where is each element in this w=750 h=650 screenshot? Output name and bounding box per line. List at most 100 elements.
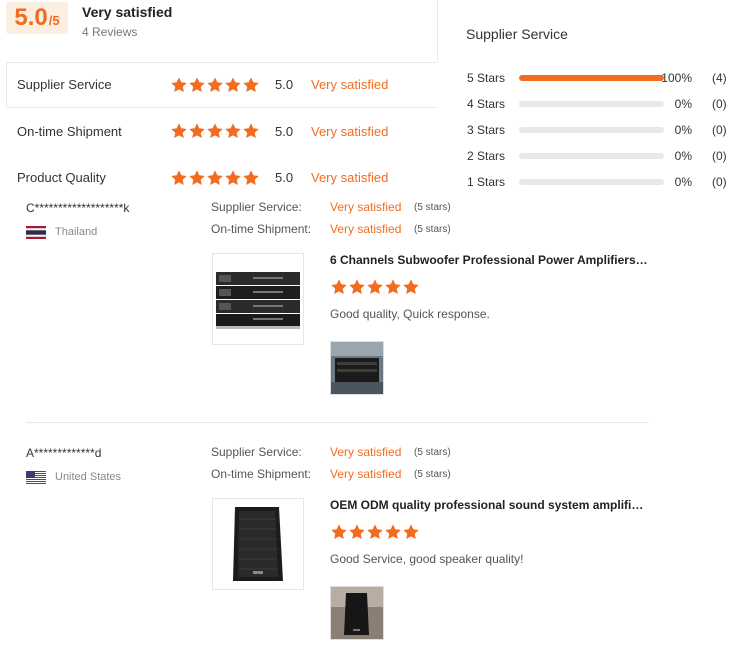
review-comment: Good quality, Quick response. bbox=[330, 307, 490, 321]
shipment-stars: (5 stars) bbox=[414, 224, 451, 235]
supplier-service-label: Supplier Service: bbox=[211, 200, 302, 214]
star-icon bbox=[206, 122, 224, 140]
overall-score: 5.0 bbox=[14, 4, 48, 31]
review-comment: Good Service, good speaker quality! bbox=[330, 552, 524, 566]
product-image[interactable] bbox=[212, 498, 304, 590]
breakdown-percent: 0% bbox=[674, 149, 692, 163]
breakdown-count: (0) bbox=[712, 97, 727, 111]
rating-label: Supplier Service bbox=[17, 77, 112, 92]
star-icon bbox=[348, 523, 366, 541]
star-icon bbox=[330, 278, 348, 296]
reviewer-country: Thailand bbox=[55, 226, 98, 238]
rating-status: Very satisfied bbox=[311, 124, 389, 139]
star-icon bbox=[348, 278, 366, 296]
overall-score-badge: 5.0/5 bbox=[6, 2, 68, 34]
star-icon bbox=[170, 122, 188, 140]
shipment-value: Very satisfied bbox=[330, 467, 402, 481]
breakdown-percent: 0% bbox=[674, 175, 692, 189]
star-icon bbox=[366, 523, 384, 541]
star-icon bbox=[402, 278, 420, 296]
review-count: 4 Reviews bbox=[82, 25, 138, 39]
divider bbox=[437, 0, 438, 62]
review-stars bbox=[330, 523, 420, 541]
star-icon bbox=[206, 76, 224, 94]
breakdown-bar bbox=[519, 179, 664, 185]
supplier-service-value: Very satisfied bbox=[330, 200, 402, 214]
rating-value: 5.0 bbox=[275, 170, 294, 185]
star-icon bbox=[384, 523, 402, 541]
breakdown-label: 5 Stars bbox=[467, 71, 506, 85]
star-icon bbox=[366, 278, 384, 296]
divider bbox=[6, 62, 7, 107]
star-icon bbox=[206, 169, 224, 187]
summary-title: Very satisfied bbox=[82, 4, 173, 20]
review-photo-thumbnail[interactable] bbox=[330, 586, 384, 640]
star-icon bbox=[242, 76, 260, 94]
rating-label: Product Quality bbox=[17, 170, 106, 185]
amplifier-image bbox=[216, 272, 300, 329]
breakdown-bar bbox=[519, 153, 664, 159]
divider bbox=[6, 107, 437, 108]
star-icon bbox=[224, 76, 242, 94]
rating-stars bbox=[170, 169, 260, 187]
breakdown-percent: 100% bbox=[661, 71, 692, 85]
star-icon bbox=[242, 122, 260, 140]
reviewer-name: C*******************k bbox=[26, 201, 130, 215]
rating-label: On-time Shipment bbox=[17, 124, 122, 139]
star-icon bbox=[188, 76, 206, 94]
star-icon bbox=[170, 169, 188, 187]
breakdown-label: 3 Stars bbox=[467, 123, 506, 137]
star-icon bbox=[224, 122, 242, 140]
star-icon bbox=[188, 169, 206, 187]
star-icon bbox=[188, 122, 206, 140]
rating-status: Very satisfied bbox=[311, 77, 389, 92]
reviewer-country: United States bbox=[55, 471, 122, 483]
speaker-image bbox=[233, 507, 283, 581]
star-icon bbox=[384, 278, 402, 296]
rating-value: 5.0 bbox=[275, 124, 294, 139]
review-photo bbox=[331, 342, 383, 394]
rating-stars bbox=[170, 122, 260, 140]
rating-value: 5.0 bbox=[275, 77, 294, 92]
breakdown-percent: 0% bbox=[674, 123, 692, 137]
review-divider bbox=[26, 422, 649, 423]
shipment-label: On-time Shipment: bbox=[211, 222, 312, 236]
product-title[interactable]: OEM ODM quality professional sound syste… bbox=[330, 498, 648, 512]
overall-score-suffix: /5 bbox=[48, 13, 60, 28]
divider bbox=[6, 62, 437, 63]
breakdown-bar bbox=[519, 127, 664, 133]
review-photo-thumbnail[interactable] bbox=[330, 341, 384, 395]
product-title[interactable]: 6 Channels Subwoofer Professional Power … bbox=[330, 253, 648, 267]
review-stars bbox=[330, 278, 420, 296]
thailand-flag-icon bbox=[26, 226, 46, 239]
breakdown-bar-fill bbox=[519, 75, 664, 81]
product-image[interactable] bbox=[212, 253, 304, 345]
supplier-service-label: Supplier Service: bbox=[211, 445, 302, 459]
breakdown-count: (0) bbox=[712, 149, 727, 163]
breakdown-label: 2 Stars bbox=[467, 149, 506, 163]
star-icon bbox=[330, 523, 348, 541]
breakdown-title: Supplier Service bbox=[466, 26, 568, 42]
star-icon bbox=[242, 169, 260, 187]
shipment-stars: (5 stars) bbox=[414, 469, 451, 480]
star-icon bbox=[170, 76, 188, 94]
breakdown-percent: 0% bbox=[674, 97, 692, 111]
supplier-service-stars: (5 stars) bbox=[414, 447, 451, 458]
reviewer-name: A*************d bbox=[26, 446, 102, 460]
star-icon bbox=[402, 523, 420, 541]
us-flag-icon bbox=[26, 471, 46, 484]
breakdown-count: (0) bbox=[712, 175, 727, 189]
breakdown-count: (0) bbox=[712, 123, 727, 137]
rating-status: Very satisfied bbox=[311, 170, 389, 185]
supplier-service-stars: (5 stars) bbox=[414, 202, 451, 213]
breakdown-bar bbox=[519, 75, 664, 81]
breakdown-label: 4 Stars bbox=[467, 97, 506, 111]
supplier-service-value: Very satisfied bbox=[330, 445, 402, 459]
breakdown-label: 1 Stars bbox=[467, 175, 506, 189]
shipment-label: On-time Shipment: bbox=[211, 467, 312, 481]
rating-stars bbox=[170, 76, 260, 94]
shipment-value: Very satisfied bbox=[330, 222, 402, 236]
breakdown-bar bbox=[519, 101, 664, 107]
breakdown-count: (4) bbox=[712, 71, 727, 85]
review-photo bbox=[331, 587, 383, 639]
